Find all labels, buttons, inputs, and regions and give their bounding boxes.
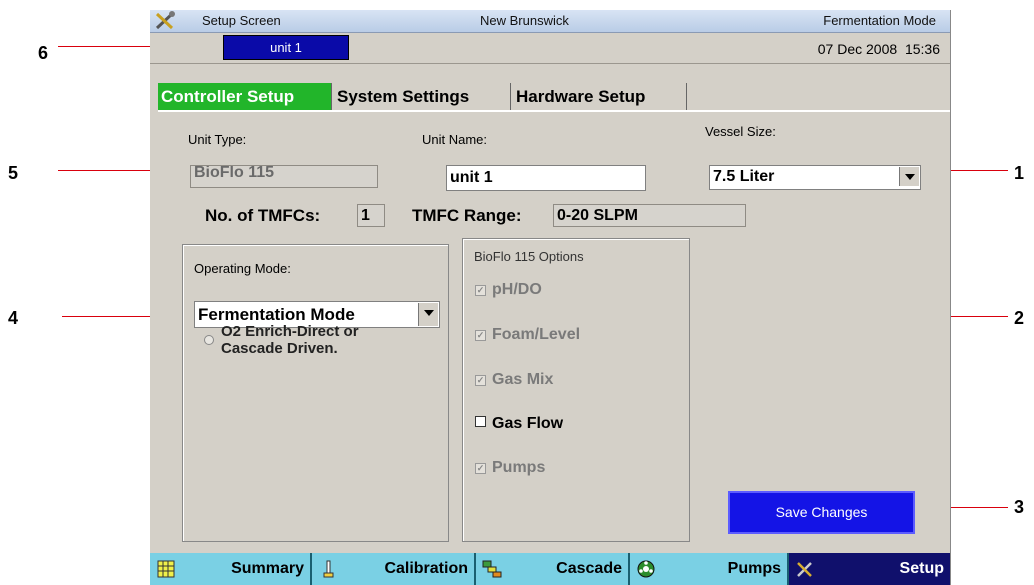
- title-bar: Setup Screen New Brunswick Fermentation …: [150, 10, 950, 33]
- setup-screen: Setup Screen New Brunswick Fermentation …: [150, 10, 951, 585]
- chevron-down-icon[interactable]: [418, 303, 438, 326]
- nav-summary[interactable]: Summary: [150, 553, 312, 585]
- nav-calibration[interactable]: Calibration: [312, 553, 476, 585]
- unit-tab[interactable]: unit 1: [223, 35, 349, 60]
- callout-1: 1: [1014, 163, 1025, 183]
- unit-bar: unit 1 07 Dec 2008 15:36: [150, 33, 950, 64]
- nav-cascade-label: Cascade: [556, 560, 622, 577]
- mode-label: Fermentation Mode: [823, 13, 936, 28]
- vessel-size-label: Vessel Size:: [705, 124, 776, 139]
- bottom-nav: Summary Calibration Cascade Pumps Setup: [150, 553, 950, 585]
- options-group: BioFlo 115 Options ✓ pH/DO ✓ Foam/Level ✓ G…: [462, 238, 690, 542]
- option-foam-level[interactable]: ✓ Foam/Level: [475, 326, 580, 344]
- tmfc-count-label: No. of TMFCs:: [205, 206, 321, 225]
- operating-mode-value: Fermentation Mode: [198, 305, 355, 324]
- option-ph-do-label: pH/DO: [492, 281, 542, 298]
- option-ph-do[interactable]: ✓ pH/DO: [475, 281, 542, 299]
- callout-3: 3: [1014, 497, 1025, 517]
- nav-summary-label: Summary: [231, 560, 304, 577]
- unit-type-field: BioFlo 115: [190, 165, 378, 188]
- tab-hardware-setup[interactable]: Hardware Setup: [513, 83, 687, 111]
- time-text: 15:36: [904, 41, 940, 57]
- nav-cascade[interactable]: Cascade: [476, 553, 630, 585]
- tmfc-range-field: 0-20 SLPM: [553, 204, 746, 227]
- datetime: 07 Dec 2008 15:36: [818, 41, 940, 57]
- o2-enrich-line1: O2 Enrich-Direct or: [221, 323, 359, 340]
- tmfc-count-field: 1: [357, 204, 385, 227]
- o2-enrich-line2: Cascade Driven.: [221, 340, 338, 357]
- operating-mode-label: Operating Mode:: [194, 261, 291, 276]
- vessel-size-select[interactable]: 7.5 Liter: [709, 165, 921, 190]
- vessel-size-value: 7.5 Liter: [713, 168, 775, 185]
- nav-pumps[interactable]: Pumps: [630, 553, 789, 585]
- checkbox-icon[interactable]: ✓: [475, 330, 486, 341]
- option-gas-flow[interactable]: Gas Flow: [475, 415, 563, 433]
- nav-pumps-label: Pumps: [727, 560, 781, 577]
- tab-controller-setup[interactable]: Controller Setup: [158, 83, 332, 111]
- checkbox-icon[interactable]: ✓: [475, 463, 486, 474]
- o2-enrich-radio[interactable]: [204, 335, 214, 345]
- unit-type-label: Unit Type:: [188, 132, 247, 147]
- cascade-icon: [482, 560, 502, 578]
- pump-icon: [637, 560, 655, 578]
- option-gas-flow-label: Gas Flow: [492, 415, 564, 432]
- chevron-down-icon[interactable]: [899, 167, 919, 186]
- option-gas-mix[interactable]: ✓ Gas Mix: [475, 371, 553, 389]
- tmfc-range-label: TMFC Range:: [412, 206, 522, 225]
- window-title: Setup Screen: [202, 13, 281, 28]
- checkbox-icon[interactable]: ✓: [475, 285, 486, 296]
- option-foam-level-label: Foam/Level: [492, 326, 581, 343]
- probe-icon: [323, 560, 334, 578]
- unit-name-label: Unit Name:: [422, 132, 488, 147]
- location-label: New Brunswick: [480, 13, 569, 28]
- callout-5: 5: [8, 163, 19, 183]
- nav-setup[interactable]: Setup: [789, 553, 950, 585]
- option-pumps[interactable]: ✓ Pumps: [475, 459, 545, 477]
- option-pumps-label: Pumps: [492, 459, 546, 476]
- o2-enrich-label: O2 Enrich-Direct or Cascade Driven.: [221, 323, 359, 357]
- tab-system-settings[interactable]: System Settings: [334, 83, 511, 111]
- tools-icon: [155, 11, 175, 30]
- nav-setup-label: Setup: [899, 560, 944, 577]
- callout-2: 2: [1014, 308, 1025, 328]
- option-gas-mix-label: Gas Mix: [492, 371, 554, 388]
- options-title: BioFlo 115 Options: [474, 249, 584, 264]
- checkbox-icon[interactable]: [475, 416, 486, 427]
- nav-calibration-label: Calibration: [384, 560, 468, 577]
- unit-name-input[interactable]: unit 1: [446, 165, 646, 191]
- save-changes-button[interactable]: Save Changes: [728, 491, 915, 534]
- tab-divider: [158, 110, 950, 112]
- date-text: 07 Dec 2008: [817, 41, 898, 57]
- grid-icon: [157, 560, 175, 578]
- operating-mode-group: Operating Mode: Fermentation Mode O2 Enr…: [182, 244, 449, 542]
- tools-icon: [797, 562, 812, 577]
- callout-6: 6: [38, 43, 49, 63]
- checkbox-icon[interactable]: ✓: [475, 375, 486, 386]
- callout-4: 4: [8, 308, 19, 328]
